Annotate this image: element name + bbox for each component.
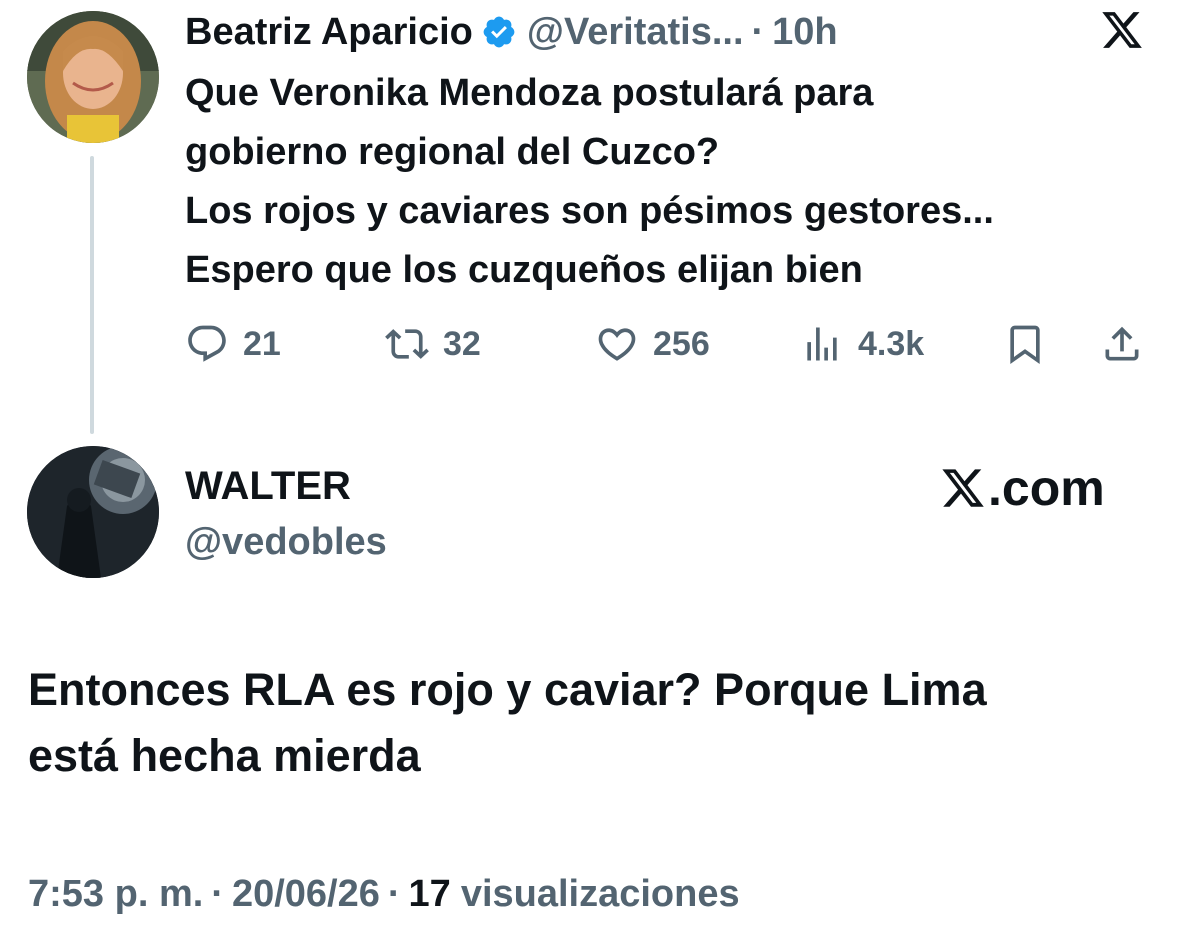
reply-text-line: Entonces RLA es rojo y caviar? Porque Li… <box>28 664 987 715</box>
reply-author-name[interactable]: WALTER <box>185 462 351 510</box>
tweet-time[interactable]: 10h <box>772 8 837 56</box>
share-icon <box>1105 326 1139 361</box>
bookmark-button[interactable] <box>1003 318 1047 370</box>
separator-dot: · <box>387 872 401 915</box>
reply-views-label: visualizaciones <box>460 872 740 915</box>
repost-count: 32 <box>443 324 481 363</box>
separator-dot: · <box>751 11 765 53</box>
separator-dot: · <box>211 872 224 915</box>
reply-text-line: está hecha mierda <box>28 730 421 781</box>
author-avatar[interactable] <box>27 11 159 143</box>
like-count: 256 <box>653 324 710 363</box>
reply-count: 21 <box>243 324 281 363</box>
reply-author-handle[interactable]: @vedobles <box>185 518 387 566</box>
repost-button[interactable]: 32 <box>385 318 481 370</box>
author-name[interactable]: Beatriz Aparicio <box>185 8 473 56</box>
x-logo-icon <box>942 469 984 507</box>
verified-badge-icon <box>481 14 517 50</box>
views-chart-icon <box>807 327 837 361</box>
tweet-text-line: Los rojos y caviares son pésimos gestore… <box>185 190 994 232</box>
reply-icon <box>188 325 226 362</box>
tweet-actions-bar: 21 32 256 4.3k <box>185 318 1150 370</box>
xcom-watermark: .com <box>940 460 1105 516</box>
avatar-photo <box>27 446 159 578</box>
reply-author-avatar[interactable] <box>27 446 159 578</box>
tweet-text-line: Que Veronika Mendoza postulará para <box>185 72 874 114</box>
thread-connector-line <box>90 156 94 434</box>
tweet-header: Beatriz Aparicio @Veritatis... · 10h <box>185 8 838 56</box>
tweet-text-line: gobierno regional del Cuzco? <box>185 131 720 173</box>
xcom-text: .com <box>988 460 1105 516</box>
avatar-photo <box>27 11 159 143</box>
reply-meta: 7:53 p. m. · 20/06/26 · 17 visualizacion… <box>28 866 740 922</box>
reply-button[interactable]: 21 <box>185 318 281 370</box>
heart-icon <box>598 328 636 361</box>
author-handle[interactable]: @Veritatis... <box>527 8 744 56</box>
share-button[interactable] <box>1100 318 1144 370</box>
views-button[interactable]: 4.3k <box>800 318 924 370</box>
reply-timestamp[interactable]: 7:53 p. m. <box>28 873 203 916</box>
x-logo-icon <box>1100 8 1144 52</box>
tweet-body: Que Veronika Mendoza postulará para gobi… <box>185 64 1145 300</box>
like-button[interactable]: 256 <box>595 318 710 370</box>
tweet-text-line: Espero que los cuzqueños elijan bien <box>185 249 863 291</box>
reply-date[interactable]: 20/06/26 <box>232 873 380 916</box>
reply-views-count: 17 <box>408 872 451 915</box>
bookmark-icon <box>1010 325 1040 365</box>
views-count: 4.3k <box>858 324 925 363</box>
reply-body: Entonces RLA es rojo y caviar? Porque Li… <box>28 657 1148 789</box>
repost-icon <box>385 329 429 359</box>
